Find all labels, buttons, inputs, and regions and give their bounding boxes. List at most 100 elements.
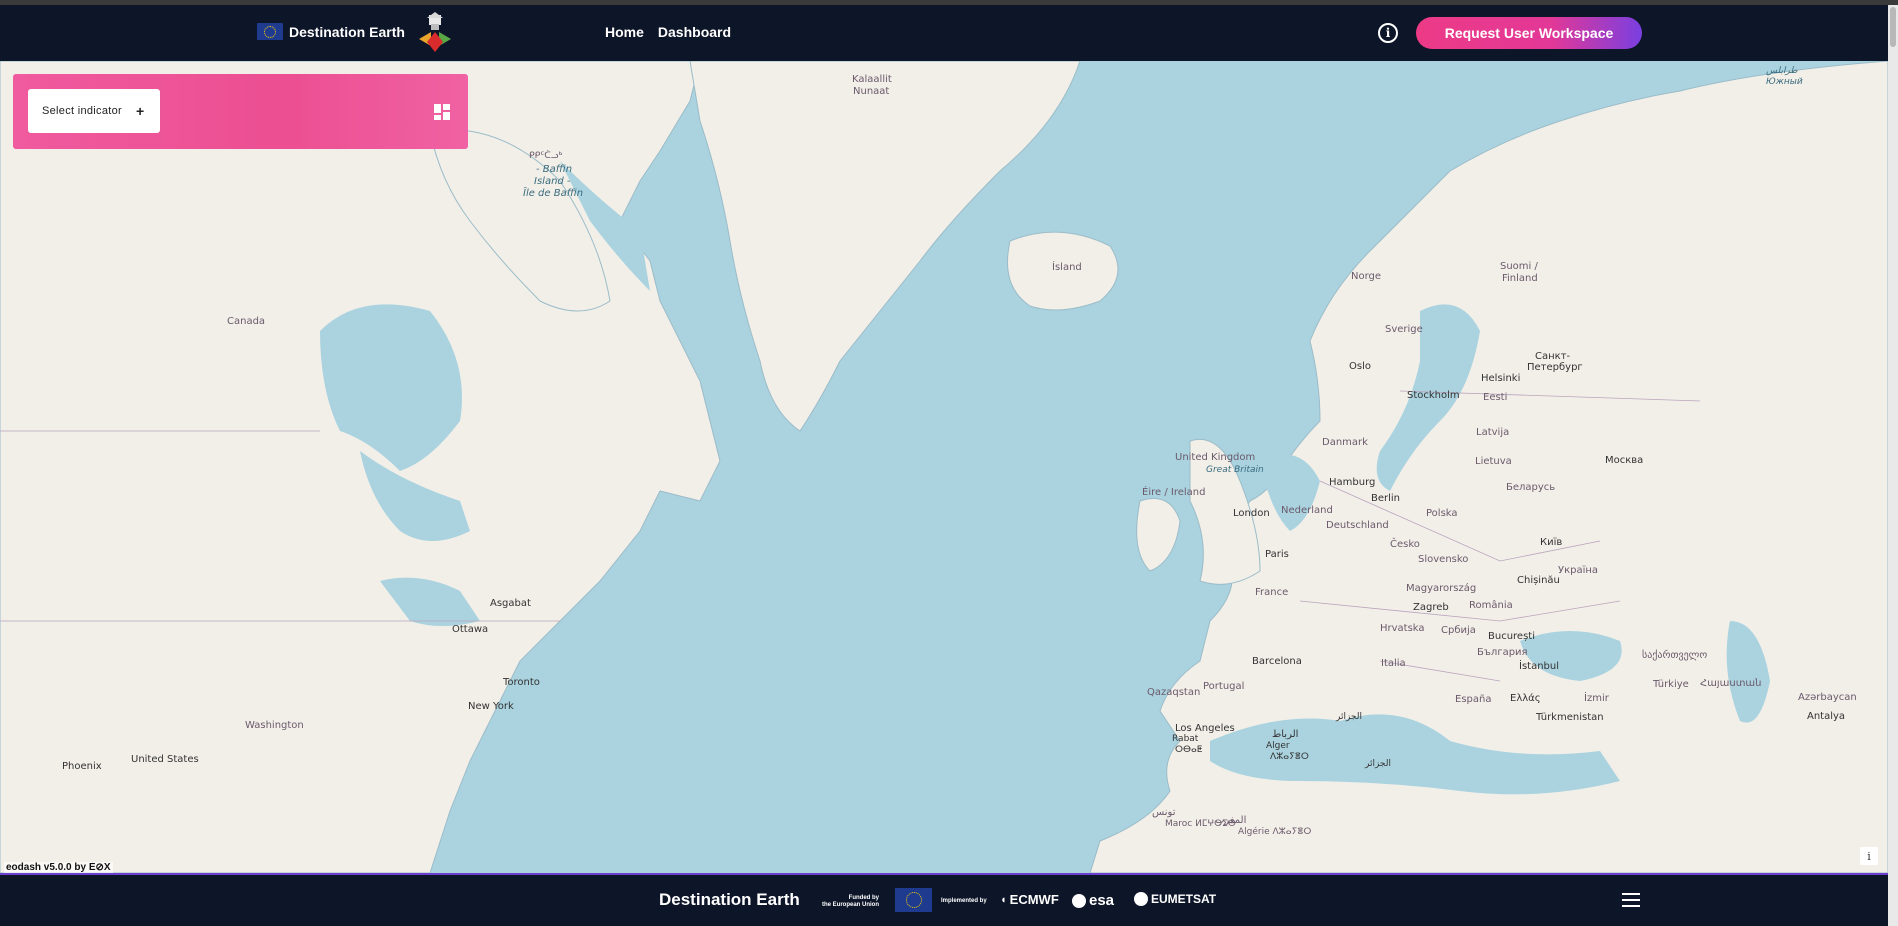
map-label-istanbul: İstanbul	[1519, 661, 1560, 672]
destine-logo-icon	[419, 12, 451, 52]
land-ireland	[1136, 498, 1181, 572]
map-attribution-button[interactable]: i	[1860, 847, 1878, 865]
map-label-new-york: Toronto	[503, 677, 540, 688]
map-label-turkmenistan: Azərbaycan	[1798, 692, 1857, 703]
select-indicator-label: Select indicator	[42, 105, 123, 117]
map-label-france: France	[1255, 587, 1289, 598]
request-user-workspace-button[interactable]: Request User Workspace	[1416, 17, 1642, 49]
map-label-barcelona: Barcelona	[1252, 656, 1302, 667]
map-label-yuzhny-1: طرابلس	[1766, 66, 1798, 76]
map-label-tripoli: الجزائر	[1365, 759, 1391, 769]
brand[interactable]: Destination Earth	[257, 23, 405, 40]
info-icon[interactable]: i	[1378, 23, 1398, 43]
land-north-america	[0, 61, 721, 873]
page-scrollbar[interactable]	[1888, 5, 1898, 926]
map-label-rabat: Los Angeles	[1175, 723, 1235, 734]
map-label-rabat-tif: Rabat	[1172, 734, 1199, 744]
ecmwf-logo[interactable]: ◖ ECMWF	[1000, 892, 1059, 907]
map-label-spain: Portugal	[1203, 681, 1245, 692]
basemap	[0, 61, 1888, 873]
map-label-latvia: Latvija	[1476, 427, 1510, 438]
map-label-washington: New York	[468, 701, 514, 712]
map-label-toronto: Ottawa	[452, 624, 489, 635]
map-label-croatia: Hrvatska	[1380, 623, 1425, 634]
map-label-germany: Deutschland	[1326, 520, 1389, 531]
map-label-slovakia: Slovensko	[1418, 554, 1469, 565]
map-label-iceland: Ísland	[1052, 262, 1082, 273]
map-label-sweden: Sverige	[1385, 324, 1423, 335]
map-label-bucharest: București	[1488, 631, 1535, 642]
map-label-izmir: Ελλάς	[1510, 693, 1541, 704]
map-label-lithuania: Lietuva	[1475, 456, 1512, 467]
eumetsat-label: EUMETSAT	[1151, 892, 1217, 906]
funded-line-2: the European Union	[822, 902, 879, 908]
map-label-netherlands: Nederland	[1281, 505, 1333, 516]
main-nav: Home Dashboard	[605, 24, 731, 40]
map-label-norway: Norge	[1351, 271, 1382, 282]
map-label-los-angeles: Phoenix	[62, 761, 102, 772]
footer: Destination Earth Funded by the European…	[0, 873, 1888, 926]
map-label-chisinau: Chișinău	[1517, 575, 1560, 586]
esa-logo[interactable]: esa	[1072, 892, 1114, 909]
ecmwf-label: ECMWF	[1009, 892, 1059, 907]
indicator-panel: Select indicator +	[13, 74, 468, 149]
esa-mark-icon	[1072, 893, 1086, 908]
map-label-antalya: Türkmenistan	[1536, 712, 1604, 723]
map-label-portugal: Qazaqstan	[1147, 687, 1201, 698]
map-label-baffin-2: - Baffin	[536, 164, 573, 175]
eumetsat-logo[interactable]: EUMETSAT	[1134, 892, 1216, 906]
nav-dashboard[interactable]: Dashboard	[658, 24, 731, 40]
map-label-phoenix: United States	[131, 754, 199, 765]
map-label-greenland-2: Nunaat	[853, 86, 890, 97]
hamburger-menu-icon[interactable]	[1622, 893, 1640, 907]
map-label-spb-2: Петербург	[1527, 362, 1583, 373]
eumetsat-mark-icon	[1134, 892, 1148, 906]
eu-flag-icon	[257, 23, 283, 40]
map-label-serbia: Србија	[1441, 625, 1476, 636]
map-label-uk: United Kingdom	[1175, 452, 1256, 463]
map-label-ottawa: Asgabat	[490, 598, 531, 609]
map-label-poland: Polska	[1426, 508, 1458, 519]
map-label-baffin-3: Island -	[534, 176, 571, 187]
nav-home[interactable]: Home	[605, 24, 644, 40]
eodash-credit[interactable]: eodash v5.0.0 by E⊘X	[4, 862, 113, 873]
map-label-azerbaijan: Հայաստան	[1700, 678, 1762, 689]
map-label-zagreb: Zagreb	[1413, 602, 1449, 613]
map-label-denmark: Danmark	[1322, 437, 1368, 448]
map-label-algeria: المغرب	[1215, 815, 1247, 826]
map-label-great-britain: Great Britain	[1206, 465, 1264, 475]
map-label-baffin-1: ᑭᑭᑦᑖᓗᒃ	[529, 151, 563, 161]
funded-line-1: Funded by	[848, 895, 879, 901]
map-label-rabat-ar: ⵔⴱⴰⵟ	[1175, 745, 1203, 755]
implemented-by-text: Implemented by	[941, 898, 987, 904]
map-label-oslo: Oslo	[1349, 361, 1371, 372]
eu-flag-icon	[895, 888, 932, 912]
map-label-greece: España	[1455, 694, 1492, 705]
map-label-morocco: تونس	[1152, 807, 1176, 818]
map-canvas[interactable]: Kalaallit Nunaat ᑭᑭᑦᑖᓗᒃ - Baffin Island …	[0, 61, 1888, 873]
map-label-estonia: Eesti	[1483, 392, 1508, 403]
footer-title: Destination Earth	[659, 890, 800, 909]
plus-icon: +	[136, 103, 145, 119]
map-label-greenland: Kalaallit	[852, 74, 892, 85]
map-label-czechia: Česko	[1390, 539, 1420, 550]
map-label-canada: Canada	[227, 316, 266, 327]
funded-by-text: Funded by the European Union	[822, 895, 879, 909]
esa-label: esa	[1089, 892, 1115, 909]
map-label-finland-1: Suomi /	[1500, 261, 1538, 272]
map-label-finland-2: Finland	[1502, 273, 1538, 284]
map-label-ireland: Éire / Ireland	[1142, 487, 1206, 498]
brand-title: Destination Earth	[289, 23, 405, 40]
page-scrollbar-thumb[interactable]	[1890, 7, 1896, 47]
map-label-turkey: İzmir	[1584, 693, 1609, 704]
map-label-berlin: Berlin	[1371, 493, 1401, 504]
map-label-romania: România	[1469, 600, 1513, 611]
map-label-helsinki: Helsinki	[1481, 373, 1521, 384]
select-indicator-button[interactable]: Select indicator +	[28, 89, 160, 133]
map-label-kyiv: Київ	[1540, 537, 1563, 548]
map-label-algiers-tif: Alger	[1266, 741, 1290, 751]
map-label-algiers: الرباط	[1272, 729, 1299, 740]
top-header: Destination Earth Home Dashboard i Reque…	[0, 5, 1888, 61]
dashboard-layout-icon[interactable]	[434, 104, 450, 120]
map-label-algiers-ar: ⴷⵣⴰⵢⴻⵔ	[1270, 752, 1309, 762]
